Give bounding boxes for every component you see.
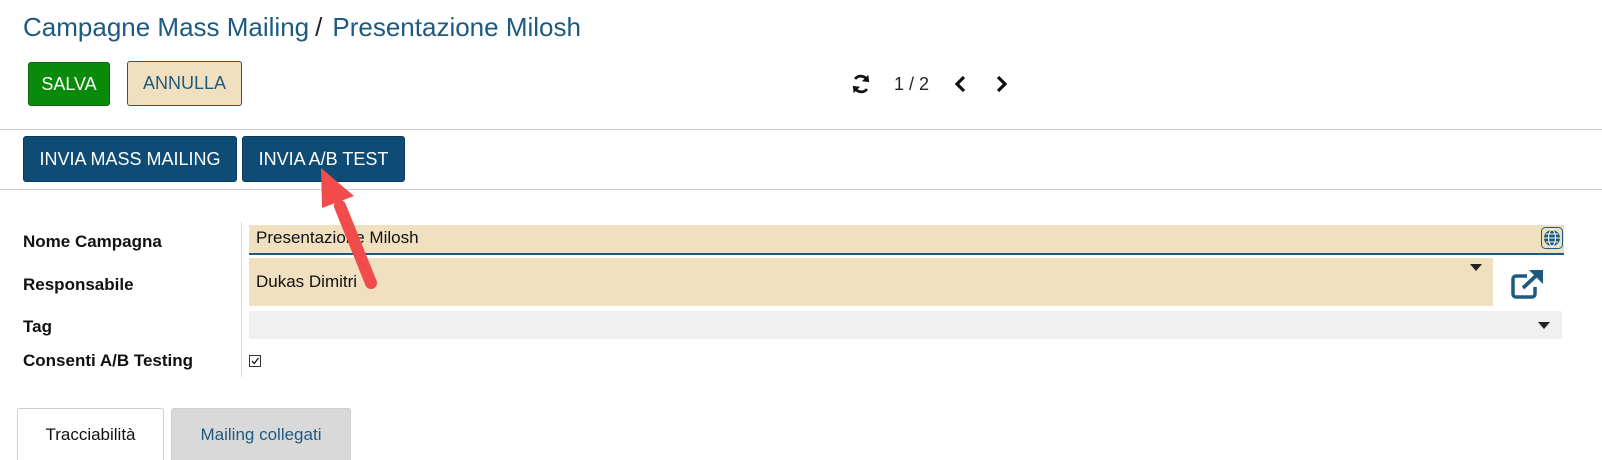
save-button[interactable]: SALVA (28, 62, 110, 106)
header-divider (0, 129, 1602, 130)
refresh-icon[interactable] (850, 73, 872, 95)
pager: 1 / 2 (850, 70, 1031, 98)
breadcrumb: Campagne Mass Mailing / Presentazione Milo… (23, 12, 581, 43)
breadcrumb-separator: / (315, 12, 323, 42)
tag-select[interactable] (249, 311, 1562, 339)
globe-icon[interactable] (1541, 227, 1563, 249)
responsible-select[interactable]: Dukas Dimitri (249, 258, 1493, 306)
pager-value[interactable]: 1 / 2 (894, 74, 929, 95)
ab-testing-label: Consenti A/B Testing (23, 351, 193, 370)
breadcrumb-parent-link[interactable]: Campagne Mass Mailing (23, 12, 309, 42)
ab-testing-checkbox[interactable] (249, 355, 261, 367)
send-mass-mailing-button[interactable]: INVIA MASS MAILING (23, 136, 237, 182)
cancel-button[interactable]: ANNULLA (127, 61, 242, 106)
external-link-icon[interactable] (1510, 268, 1544, 300)
chevron-left-icon[interactable] (951, 73, 971, 95)
caret-down-icon[interactable] (1538, 322, 1550, 329)
tag-label: Tag (23, 317, 52, 336)
label-column-divider (241, 222, 242, 377)
check-icon (251, 357, 260, 365)
annotation-arrow-icon (321, 168, 377, 289)
tab-linked-mailings[interactable]: Mailing collegati (171, 408, 351, 460)
responsible-label: Responsabile (23, 275, 134, 294)
campaign-name-field[interactable]: Presentazione Milosh (249, 225, 1564, 255)
breadcrumb-current: Presentazione Milosh (332, 12, 581, 42)
actions-divider (0, 189, 1602, 190)
campaign-name-label: Nome Campagna (23, 232, 162, 251)
caret-down-icon[interactable] (1470, 264, 1482, 271)
tab-traceability[interactable]: Tracciabilità (17, 408, 164, 460)
chevron-right-icon[interactable] (991, 73, 1011, 95)
